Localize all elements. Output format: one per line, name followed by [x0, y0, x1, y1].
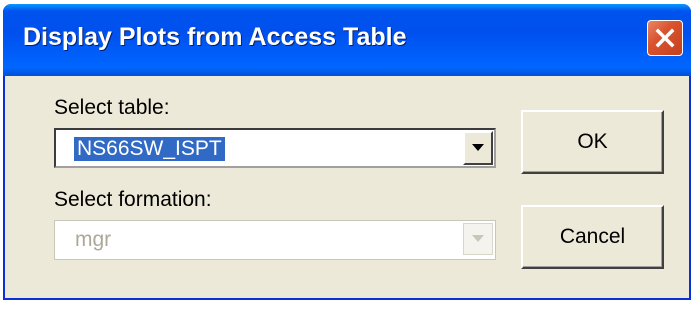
- close-button[interactable]: [647, 20, 683, 56]
- select-table-label: Select table:: [54, 96, 170, 119]
- chevron-down-icon: [472, 235, 484, 242]
- chevron-down-icon: [472, 144, 484, 151]
- ok-button[interactable]: OK: [521, 110, 664, 174]
- select-formation-label: Select formation:: [54, 188, 212, 211]
- title-bar[interactable]: Display Plots from Access Table: [3, 4, 691, 76]
- formation-dropdown-button: [463, 223, 493, 255]
- formation-select-value: mgr: [75, 228, 112, 251]
- window-title: Display Plots from Access Table: [23, 23, 407, 51]
- cancel-button[interactable]: Cancel: [521, 205, 664, 269]
- dialog-window: Display Plots from Access Table Select t…: [3, 4, 691, 300]
- close-icon: [655, 28, 675, 48]
- table-dropdown-button[interactable]: [463, 131, 493, 165]
- formation-select: mgr: [54, 220, 496, 260]
- table-select[interactable]: NS66SW_ISPT: [54, 128, 496, 168]
- table-select-value: NS66SW_ISPT: [74, 137, 225, 161]
